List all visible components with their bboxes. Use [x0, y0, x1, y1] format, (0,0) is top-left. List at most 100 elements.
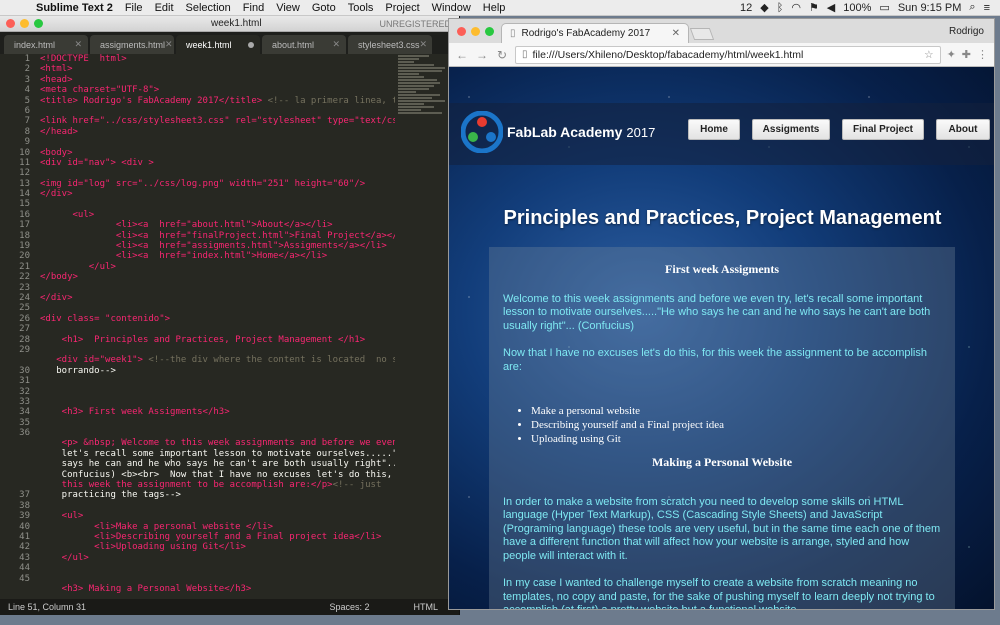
flag-icon[interactable]: ⚑	[809, 1, 819, 14]
code-line[interactable]: <li><a href="index.html">Home</a></li>	[40, 251, 395, 261]
code-line[interactable]: <h1> Principles and Practices, Project M…	[40, 335, 395, 345]
code-line[interactable]	[40, 563, 395, 573]
code-line[interactable]: </head>	[40, 127, 395, 137]
close-tab-icon[interactable]: ✕	[332, 39, 340, 50]
forward-icon[interactable]: →	[475, 48, 489, 62]
close-tab-icon[interactable]: ✕	[74, 39, 82, 50]
code-line[interactable]: <div class= "contenido">	[40, 314, 395, 324]
unsaved-dot-icon[interactable]	[248, 41, 254, 48]
list-icon[interactable]: ≡	[984, 2, 990, 14]
code-line[interactable]: <div id="nav"> <div >	[40, 158, 395, 168]
code-line[interactable]: <p> &nbsp; Welcome to this week assignme…	[40, 438, 395, 448]
code-line[interactable]	[40, 376, 395, 386]
code-line[interactable]	[40, 501, 395, 511]
code-editor[interactable]: 1 2 3 4 5 6 7 8 9 10 11 12 13 14 15 16 17 18 19 20 21 22 23 24 2…	[0, 54, 459, 599]
code-line[interactable]: <li><a href="assigments.html">Assigments…	[40, 241, 395, 251]
menu-goto[interactable]: Goto	[306, 2, 342, 14]
web-page[interactable]: FabLab Academy 2017 Home Assigments Fina…	[449, 67, 994, 609]
battery-icon[interactable]: ▭	[879, 1, 889, 14]
code-line[interactable]: <li><a href="about.html">About</a></li>	[40, 220, 395, 230]
extension-icon[interactable]: ✦	[947, 48, 956, 61]
code-line[interactable]: </ul>	[40, 262, 395, 272]
code-line[interactable]	[40, 428, 395, 438]
profile-name[interactable]: Rodrigo	[949, 26, 984, 37]
code-line[interactable]	[40, 418, 395, 428]
address-bar[interactable]: ▯ file:///Users/Xhileno/Desktop/fabacade…	[515, 45, 941, 64]
code-line[interactable]	[40, 303, 395, 313]
code-line[interactable]: <body>	[40, 148, 395, 158]
code-line[interactable]: practicing the tags-->	[40, 490, 395, 500]
menu-file[interactable]: File	[119, 2, 149, 14]
code-line[interactable]: </div>	[40, 293, 395, 303]
search-icon[interactable]: ⌕	[969, 1, 975, 14]
close-icon[interactable]	[6, 19, 15, 28]
code-line[interactable]: </body>	[40, 272, 395, 282]
code-line[interactable]: borrando-->	[40, 366, 395, 376]
menu-selection[interactable]: Selection	[180, 2, 237, 14]
zoom-icon[interactable]	[34, 19, 43, 28]
code-area[interactable]: <!DOCTYPE html> <html> <head> <meta charset…	[40, 54, 395, 594]
volume-icon[interactable]: ◀	[827, 1, 835, 14]
code-line[interactable]: <li><a href="finalProject.html">Final Pr…	[40, 231, 395, 241]
code-line[interactable]	[40, 168, 395, 178]
code-line[interactable]: <link href="../css/stylesheet3.css" rel=…	[40, 116, 395, 126]
code-line[interactable]: let's recall some important lesson to mo…	[40, 449, 395, 459]
wifi-icon[interactable]: ◠	[791, 1, 801, 14]
syntax-selector[interactable]: HTML	[414, 602, 439, 612]
code-line[interactable]: <meta charset="UTF-8">	[40, 85, 395, 95]
menu-tools[interactable]: Tools	[342, 2, 380, 14]
menu-dots-icon[interactable]: ⋮	[977, 48, 988, 61]
code-line[interactable]	[40, 324, 395, 334]
code-line[interactable]: <img id="log" src="../css/log.png" width…	[40, 179, 395, 189]
code-line[interactable]: <ul>	[40, 210, 395, 220]
code-line[interactable]	[40, 199, 395, 209]
back-icon[interactable]: ←	[455, 48, 469, 62]
menu-find[interactable]: Find	[237, 2, 270, 14]
menu-view[interactable]: View	[270, 2, 306, 14]
code-line[interactable]	[40, 137, 395, 147]
code-line[interactable]: <title> Rodrigo's FabAcademy 2017</title…	[40, 96, 395, 106]
code-line[interactable]	[40, 283, 395, 293]
close-tab-icon[interactable]: ✕	[420, 39, 428, 50]
code-line[interactable]: says he can and he who says he can't are…	[40, 459, 395, 469]
puzzle-icon[interactable]: ✚	[962, 48, 971, 61]
url-text[interactable]: file:///Users/Xhileno/Desktop/fabacademy…	[533, 49, 804, 61]
close-tab-icon[interactable]: ✕	[165, 39, 173, 50]
minimap[interactable]	[398, 54, 450, 174]
nav-home-button[interactable]: Home	[688, 119, 740, 140]
code-line[interactable]: <li>Describing yourself and a Final proj…	[40, 532, 395, 542]
code-line[interactable]: <head>	[40, 75, 395, 85]
browser-tab[interactable]: ▯ Rodrigo's FabAcademy 2017 ✕	[501, 23, 689, 43]
bookmark-star-icon[interactable]: ☆	[924, 49, 933, 61]
nav-final-project-button[interactable]: Final Project	[842, 119, 924, 140]
code-line[interactable]	[40, 106, 395, 116]
code-line[interactable]: Confucius) <b><br> Now that I have no ex…	[40, 470, 395, 480]
code-line[interactable]: <div id="week1"> <!--the div where the c…	[40, 355, 395, 365]
code-line[interactable]: <li>Make a personal website </li>	[40, 522, 395, 532]
new-tab-button[interactable]	[689, 28, 715, 40]
code-line[interactable]	[40, 574, 395, 584]
code-line[interactable]: <ul>	[40, 511, 395, 521]
code-line[interactable]: this week the assignment to be accomplis…	[40, 480, 395, 490]
code-line[interactable]: <h3> First week Assigments</h3>	[40, 407, 395, 417]
tab-stylesheet3-css[interactable]: stylesheet3.css ✕	[348, 35, 432, 54]
close-tab-icon[interactable]: ✕	[672, 28, 680, 39]
site-logo[interactable]: FabLab Academy 2017	[460, 110, 655, 154]
code-line[interactable]: </div>	[40, 189, 395, 199]
tab-about-html[interactable]: about.html ✕	[262, 35, 346, 54]
clock[interactable]: Sun 9:15 PM	[898, 2, 962, 14]
dropbox-icon[interactable]: ◆	[760, 1, 768, 14]
app-menu[interactable]: Sublime Text 2	[30, 2, 119, 14]
tab-assigments-html[interactable]: assigments.html ✕	[90, 35, 174, 54]
menu-edit[interactable]: Edit	[149, 2, 180, 14]
nav-about-button[interactable]: About	[936, 119, 990, 140]
code-line[interactable]: <html>	[40, 64, 395, 74]
bluetooth-icon[interactable]: ᛒ	[777, 2, 784, 14]
code-line[interactable]: </ul>	[40, 553, 395, 563]
code-line[interactable]	[40, 345, 395, 355]
code-line[interactable]: <!DOCTYPE html>	[40, 54, 395, 64]
code-line[interactable]: <h3> Making a Personal Website</h3>	[40, 584, 395, 594]
nav-assigments-button[interactable]: Assigments	[752, 119, 830, 140]
tab-week1-html[interactable]: week1.html	[176, 35, 260, 54]
reload-icon[interactable]: ↻	[495, 48, 509, 62]
